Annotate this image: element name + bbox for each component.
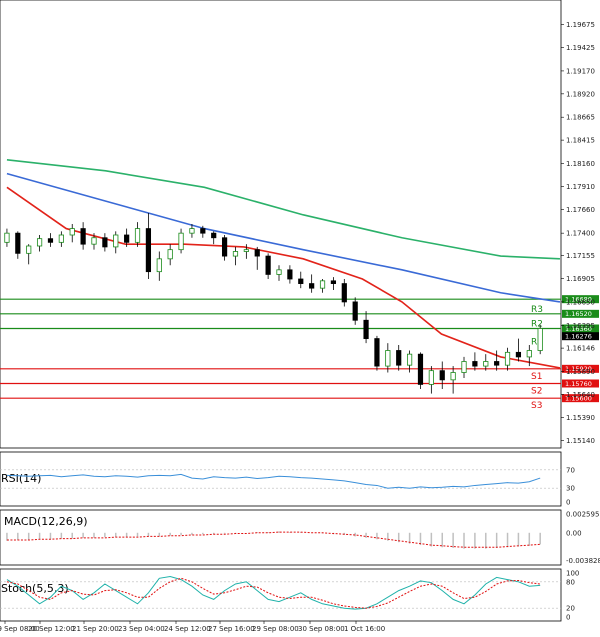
stoch-y-tick-label: 0 (566, 614, 570, 622)
price-y-tick-label: 1.15640 (566, 391, 595, 399)
price-y-tick-label: 1.17660 (566, 206, 595, 214)
stoch-y-tick-label: 100 (566, 570, 579, 578)
price-y-tick-label: 1.15890 (566, 368, 595, 376)
candle-body (145, 228, 152, 273)
candle-body (330, 280, 337, 284)
price-y-tick-label: 1.18415 (566, 137, 595, 145)
candle-body (417, 353, 424, 385)
stoch-y-tick-label: 80 (566, 578, 575, 586)
candle-body (352, 301, 358, 321)
price-y-tick-label: 1.19675 (566, 21, 595, 29)
candle-body (178, 232, 184, 251)
x-tick-label: 23 Sep 04:00 (118, 625, 165, 633)
candle-body (243, 249, 249, 252)
price-y-tick-label: 1.19425 (566, 44, 595, 52)
candle-body (276, 269, 282, 275)
level-price-label: 1.15760 (565, 380, 592, 388)
price-y-tick-label: 1.17910 (566, 183, 595, 191)
candle-body (265, 255, 271, 275)
price-y-tick-label: 1.18160 (566, 160, 595, 168)
level-name-label: S3 (531, 401, 542, 411)
candle-body (58, 234, 64, 243)
candle-body (134, 228, 141, 243)
candle-body (396, 350, 402, 366)
candle-body (221, 237, 228, 257)
price-y-tick-label: 1.18665 (566, 114, 595, 122)
price-y-tick-label: 1.17155 (566, 252, 595, 260)
candle-body (483, 361, 489, 367)
x-tick-label: 20 Sep 12:00 (28, 625, 75, 633)
candle-body (428, 370, 434, 385)
candle-body (4, 232, 10, 243)
candle-body (124, 234, 130, 243)
candle-body (341, 283, 347, 303)
level-name-label: S2 (531, 387, 542, 397)
chart-background (0, 0, 600, 637)
candle-body (211, 232, 217, 239)
candle-body (113, 234, 119, 248)
rsi-y-tick-label: 0 (566, 499, 570, 507)
candle-body (537, 328, 543, 351)
candle-body (472, 361, 478, 367)
x-tick-label: 27 Sep 16:00 (208, 625, 255, 633)
x-tick-label: 29 Sep 08:00 (252, 625, 299, 633)
rsi-title: RSI(14) (1, 472, 41, 485)
candle-body (298, 278, 304, 284)
candle-body (363, 319, 369, 339)
candle-body (494, 361, 500, 366)
x-tick-label: 24 Sep 12:00 (164, 625, 211, 633)
x-tick-label: 21 Sep 20:00 (72, 625, 119, 633)
candle-body (504, 351, 511, 366)
candle-body (385, 350, 391, 367)
candle-body (439, 370, 445, 381)
current-price-label: 1.16276 (565, 333, 592, 341)
x-tick-label: 30 Sep 08:00 (298, 625, 345, 633)
candle-body (526, 350, 532, 358)
candle-body (26, 245, 32, 254)
level-name-label: S1 (531, 372, 542, 382)
macd-y-tick-label: 0.00 (566, 529, 582, 537)
price-y-tick-label: 1.15390 (566, 414, 595, 422)
macd-title: MACD(12,26,9) (4, 515, 88, 528)
price-y-tick-label: 1.16905 (566, 275, 595, 283)
price-y-tick-label: 1.18920 (566, 90, 595, 98)
candle-body (200, 228, 206, 234)
price-y-tick-label: 1.16395 (566, 322, 595, 330)
candle-body (167, 249, 173, 260)
candle-body (36, 238, 43, 247)
macd-y-tick-label: -0.003828 (566, 557, 600, 565)
price-y-tick-label: 1.15140 (566, 437, 595, 445)
x-tick-label: 1 Oct 16:00 (344, 625, 385, 633)
level-name-label: R2 (531, 320, 543, 330)
candle-body (374, 338, 380, 367)
candle-body (47, 238, 54, 243)
candle-body (309, 283, 315, 289)
candle-body (69, 228, 75, 236)
macd-y-tick-label: 0.002595 (566, 511, 599, 519)
price-y-tick-label: 1.19170 (566, 67, 595, 75)
rsi-y-tick-label: 30 (566, 485, 575, 493)
candle-body (254, 249, 260, 257)
price-y-tick-label: 1.16650 (566, 298, 595, 306)
stoch-y-tick-label: 20 (566, 605, 575, 613)
candle-body (80, 228, 86, 245)
level-name-label: R3 (531, 305, 543, 315)
level-price-label: 1.16520 (565, 310, 592, 318)
candle-body (406, 353, 413, 366)
candle-body (232, 251, 239, 257)
candle-body (189, 228, 195, 234)
candle-body (156, 258, 162, 273)
price-y-tick-label: 1.16146 (566, 345, 595, 353)
candle-body (450, 372, 456, 381)
forex-chart: 1.166801.16520R31.16360R2R11.15920S11.15… (0, 0, 600, 637)
candle-body (287, 269, 293, 280)
candle-body (319, 280, 326, 289)
candle-body (91, 237, 97, 245)
rsi-y-tick-label: 70 (566, 466, 575, 474)
candle-body (461, 361, 467, 373)
candle-body (15, 232, 21, 254)
candle-body (102, 237, 108, 248)
candle-body (515, 351, 522, 358)
price-y-tick-label: 1.17400 (566, 230, 595, 238)
